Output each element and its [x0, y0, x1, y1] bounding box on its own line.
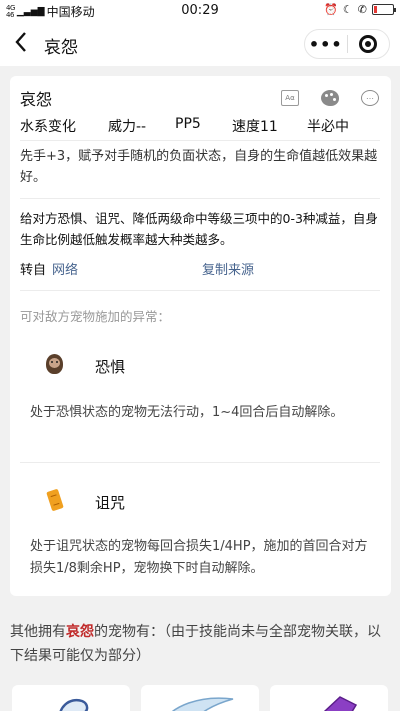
- card-actions: Aα …: [281, 90, 379, 106]
- battery-level: [374, 6, 377, 13]
- mini-program-capsule: •••: [304, 29, 390, 59]
- skill-detail: 给对方恐惧、诅咒、降低两级命中等级三项中的0-3种减益，自身生命比例越低触发概率…: [20, 211, 378, 247]
- source-line: 转自 网络: [20, 259, 78, 278]
- pet-image: [172, 697, 234, 711]
- close-button[interactable]: [347, 35, 389, 53]
- skill-description: 先手+3，赋予对手随机的负面状态，自身的生命值越低效果越好。: [20, 149, 378, 185]
- curse-icon: [46, 488, 64, 512]
- status-bar: 4G 46 ▁▃▅▇ 中国移动 00:29 ⏰ ☾ ✆: [0, 0, 400, 22]
- page-title: 哀怨: [44, 38, 78, 58]
- divider: [20, 290, 380, 291]
- related-pets-heading: 其他拥有哀怨的宠物有：（由于技能尚未与全部宠物关联，以下结果可能仅为部分）: [10, 620, 390, 668]
- dictionary-icon[interactable]: Aα: [281, 90, 299, 106]
- skill-hit: 半必中: [307, 119, 349, 135]
- abnormal-name: 恐惧: [95, 358, 126, 376]
- pet-card[interactable]: [12, 685, 130, 711]
- skill-power: 威力--: [108, 119, 147, 135]
- related-prefix: 其他拥有: [10, 624, 66, 640]
- target-icon: [359, 35, 378, 53]
- skill-name: 哀怨: [20, 90, 53, 109]
- back-icon[interactable]: [14, 31, 28, 59]
- comment-icon[interactable]: …: [361, 90, 379, 106]
- skill-attribute: 水系变化: [20, 119, 76, 135]
- hd-call-icon: ✆: [357, 3, 367, 16]
- navigation-bar: 哀怨 •••: [0, 22, 400, 66]
- skill-pp: PP5: [175, 116, 201, 132]
- pet-image: [59, 698, 89, 711]
- alarm-icon: ⏰: [324, 3, 338, 16]
- copy-source-button[interactable]: 复制来源: [202, 259, 254, 278]
- divider: [20, 462, 380, 463]
- more-button[interactable]: •••: [305, 35, 347, 54]
- battery-icon: [372, 4, 396, 15]
- skill-stats: 水系变化 威力-- PP5 速度11 半必中: [20, 116, 380, 136]
- status-right: ⏰ ☾ ✆: [324, 3, 396, 16]
- moon-icon: ☾: [342, 3, 353, 16]
- skill-speed: 速度11: [232, 119, 278, 135]
- abnormal-description: 处于诅咒状态的宠物每回合损失1/4HP，施加的首回合对方损失1/8剩余HP，宠物…: [30, 539, 368, 576]
- abnormal-section-title: 可对敌方宠物施加的异常：: [20, 309, 171, 324]
- skill-card: 哀怨 Aα … 水系变化 威力-- PP5 速度11 半必中 先手+3，赋予对手…: [10, 76, 391, 596]
- divider: [20, 198, 380, 199]
- abnormal-description: 处于恐惧状态的宠物无法行动，1~4回合后自动解除。: [30, 405, 344, 420]
- pet-card[interactable]: [141, 685, 259, 711]
- fear-icon: [46, 354, 64, 374]
- divider: [20, 140, 380, 141]
- pet-card[interactable]: [270, 685, 388, 711]
- source-label: 转自: [20, 263, 47, 278]
- pet-image: [323, 696, 358, 711]
- palette-icon[interactable]: [321, 90, 339, 106]
- source-link[interactable]: 网络: [52, 263, 78, 278]
- related-skill-name: 哀怨: [66, 624, 94, 640]
- abnormal-name: 诅咒: [95, 494, 126, 512]
